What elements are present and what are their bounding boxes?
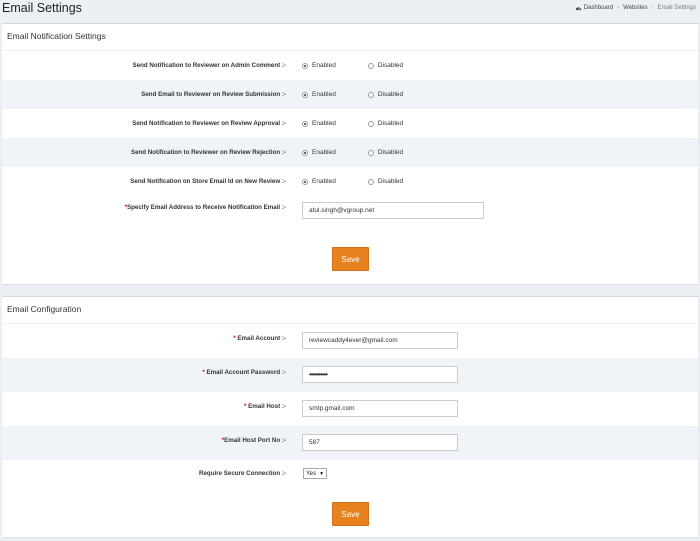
secure-connection-select[interactable]: Yes ▼ <box>303 468 328 479</box>
disabled-radio[interactable] <box>367 178 374 185</box>
save-configuration-button[interactable]: Save <box>332 502 369 526</box>
enabled-label: Enabled <box>312 91 336 98</box>
radio-group: Enabled Disabled <box>302 178 403 185</box>
dashboard-icon <box>575 7 582 11</box>
notification-email-row: *Specify Email Address to Receive Notifi… <box>2 196 698 230</box>
select-value: Yes <box>306 470 317 477</box>
breadcrumb-dashboard-link[interactable]: Dashboard <box>584 5 613 11</box>
disabled-radio[interactable] <box>367 120 374 127</box>
enabled-radio[interactable] <box>302 91 308 98</box>
disabled-label: Disabled <box>377 120 404 127</box>
breadcrumb: Dashboard › Websites › Email Settings <box>575 5 696 11</box>
notify-admin-comment-row: Send Notification to Reviewer on Admin C… <box>2 51 698 80</box>
enabled-radio[interactable] <box>302 178 308 185</box>
disabled-radio[interactable] <box>367 91 374 98</box>
email-port-input[interactable]: 587 <box>302 434 458 451</box>
disabled-label: Disabled <box>377 91 404 98</box>
notification-settings-title: Email Notification Settings <box>7 31 106 41</box>
breadcrumb-separator: › <box>651 5 654 11</box>
radio-group: Enabled Disabled <box>302 91 403 98</box>
row-label: * Email Account :- <box>233 335 286 342</box>
page-title: Email Settings <box>2 1 82 15</box>
email-host-row: * Email Host :- smtp.gmail.com <box>2 392 698 426</box>
chevron-down-icon: ▼ <box>319 470 325 477</box>
row-label: Require Secure Connection :- <box>199 470 286 477</box>
secure-connection-row: Require Secure Connection :- Yes ▼ <box>2 460 698 490</box>
enabled-label: Enabled <box>312 62 336 69</box>
email-host-input[interactable]: smtp.gmail.com <box>302 400 458 417</box>
enabled-radio[interactable] <box>302 62 308 69</box>
radio-group: Enabled Disabled <box>302 62 403 69</box>
enabled-label: Enabled <box>312 120 336 127</box>
email-configuration-box: Email Configuration * Email Account :- r… <box>2 296 698 537</box>
enabled-label: Enabled <box>312 149 336 156</box>
email-configuration-title: Email Configuration <box>7 304 82 314</box>
row-label: * Email Host :- <box>244 403 286 410</box>
notification-settings-box: Email Notification Settings Send Notific… <box>2 23 698 284</box>
page-header: Email Settings Dashboard › Websites › Em… <box>0 0 700 18</box>
notify-store-email-row: Send Notification on Store Email Id on N… <box>2 167 698 196</box>
enabled-radio[interactable] <box>302 149 308 156</box>
enabled-radio[interactable] <box>302 120 308 127</box>
breadcrumb-current: Email Settings <box>657 5 696 11</box>
email-password-row: * Email Account Password :- •••••••••• <box>2 358 698 392</box>
email-port-row: *Email Host Port No :- 587 <box>2 426 698 460</box>
disabled-radio[interactable] <box>367 62 374 69</box>
radio-group: Enabled Disabled <box>302 149 403 156</box>
row-label: Send Email to Reviewer on Review Submiss… <box>141 91 286 98</box>
save-notification-button[interactable]: Save <box>332 247 369 271</box>
disabled-label: Disabled <box>377 178 404 185</box>
row-label: Send Notification to Reviewer on Review … <box>130 149 286 156</box>
email-account-row: * Email Account :- reviewcaddy4ever@gmai… <box>2 324 698 358</box>
row-label: Send Notification on Store Email Id on N… <box>130 178 286 185</box>
disabled-radio[interactable] <box>367 149 374 156</box>
email-account-input[interactable]: reviewcaddy4ever@gmail.com <box>302 332 458 349</box>
radio-group: Enabled Disabled <box>302 120 403 127</box>
row-label: Send Notification to Reviewer on Admin C… <box>132 62 286 69</box>
row-label: Send Notification to Reviewer on Review … <box>132 120 286 127</box>
row-label: *Email Host Port No :- <box>221 437 286 444</box>
disabled-label: Disabled <box>377 62 404 69</box>
notification-email-input[interactable]: atul.singh@vgroup.net <box>302 202 484 219</box>
email-review-submission-row: Send Email to Reviewer on Review Submiss… <box>2 80 698 109</box>
row-label: *Specify Email Address to Receive Notifi… <box>124 204 286 211</box>
notify-review-approval-row: Send Notification to Reviewer on Review … <box>2 109 698 138</box>
email-password-input[interactable]: •••••••••• <box>302 366 458 383</box>
breadcrumb-websites-link[interactable]: Websites <box>623 5 648 11</box>
breadcrumb-separator: › <box>617 5 620 11</box>
notify-review-rejection-row: Send Notification to Reviewer on Review … <box>2 138 698 167</box>
disabled-label: Disabled <box>377 149 404 156</box>
row-label: * Email Account Password :- <box>202 369 286 376</box>
enabled-label: Enabled <box>312 178 336 185</box>
